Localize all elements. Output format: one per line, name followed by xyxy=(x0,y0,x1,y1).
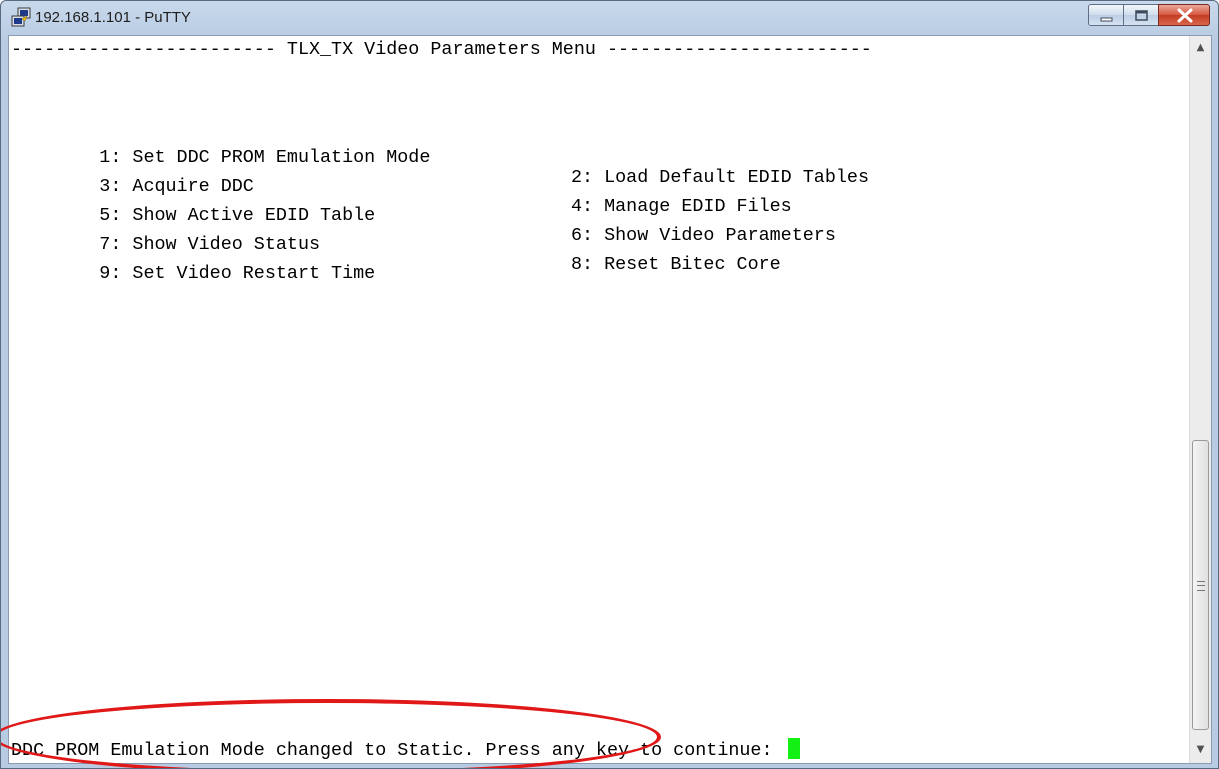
scroll-down-icon[interactable]: ▼ xyxy=(1190,740,1211,760)
menu-item-8: 8: Reset Bitec Core xyxy=(571,254,781,275)
minimize-icon xyxy=(1100,17,1113,22)
scroll-thumb[interactable] xyxy=(1192,440,1209,730)
putty-window: 192.168.1.101 - PuTTY ------------------… xyxy=(0,0,1219,769)
menu-row: 3: Acquire DDC 4: Manage EDID Files xyxy=(11,157,791,217)
menu-header: ------------------------ TLX_TX Video Pa… xyxy=(11,39,872,60)
close-button[interactable] xyxy=(1158,4,1210,26)
putty-icon xyxy=(11,7,33,29)
terminal-area[interactable]: ------------------------ TLX_TX Video Pa… xyxy=(8,35,1212,764)
menu-row: 5: Show Active EDID Table 6: Show Video … xyxy=(11,186,836,246)
window-title: 192.168.1.101 - PuTTY xyxy=(35,9,191,26)
menu-item-2: 2: Load Default EDID Tables xyxy=(571,167,869,188)
vertical-scrollbar[interactable]: ▲ ▼ xyxy=(1189,36,1211,763)
menu-row: 7: Show Video Status 8: Reset Bitec Core xyxy=(11,215,780,275)
maximize-button[interactable] xyxy=(1123,4,1159,26)
menu-row: 9: Set Video Restart Time xyxy=(11,244,375,284)
menu-item-6: 6: Show Video Parameters xyxy=(571,225,836,246)
grip-icon xyxy=(1197,581,1205,591)
close-icon xyxy=(1177,8,1193,23)
menu-item-9: 9: Set Video Restart Time xyxy=(99,263,376,284)
title-bar[interactable]: 192.168.1.101 - PuTTY xyxy=(1,1,1218,35)
status-line: DDC PROM Emulation Mode changed to Stati… xyxy=(11,738,800,761)
status-message: DDC PROM Emulation Mode changed to Stati… xyxy=(11,740,784,761)
minimize-button[interactable] xyxy=(1088,4,1124,26)
scroll-up-icon[interactable]: ▲ xyxy=(1190,38,1211,58)
terminal-screen[interactable]: ------------------------ TLX_TX Video Pa… xyxy=(9,36,1189,763)
menu-item-4: 4: Manage EDID Files xyxy=(571,196,792,217)
maximize-icon xyxy=(1135,10,1148,21)
menu-row: 1: Set DDC PROM Emulation Mode 2: Load D… xyxy=(11,128,869,188)
text-cursor xyxy=(787,738,800,759)
